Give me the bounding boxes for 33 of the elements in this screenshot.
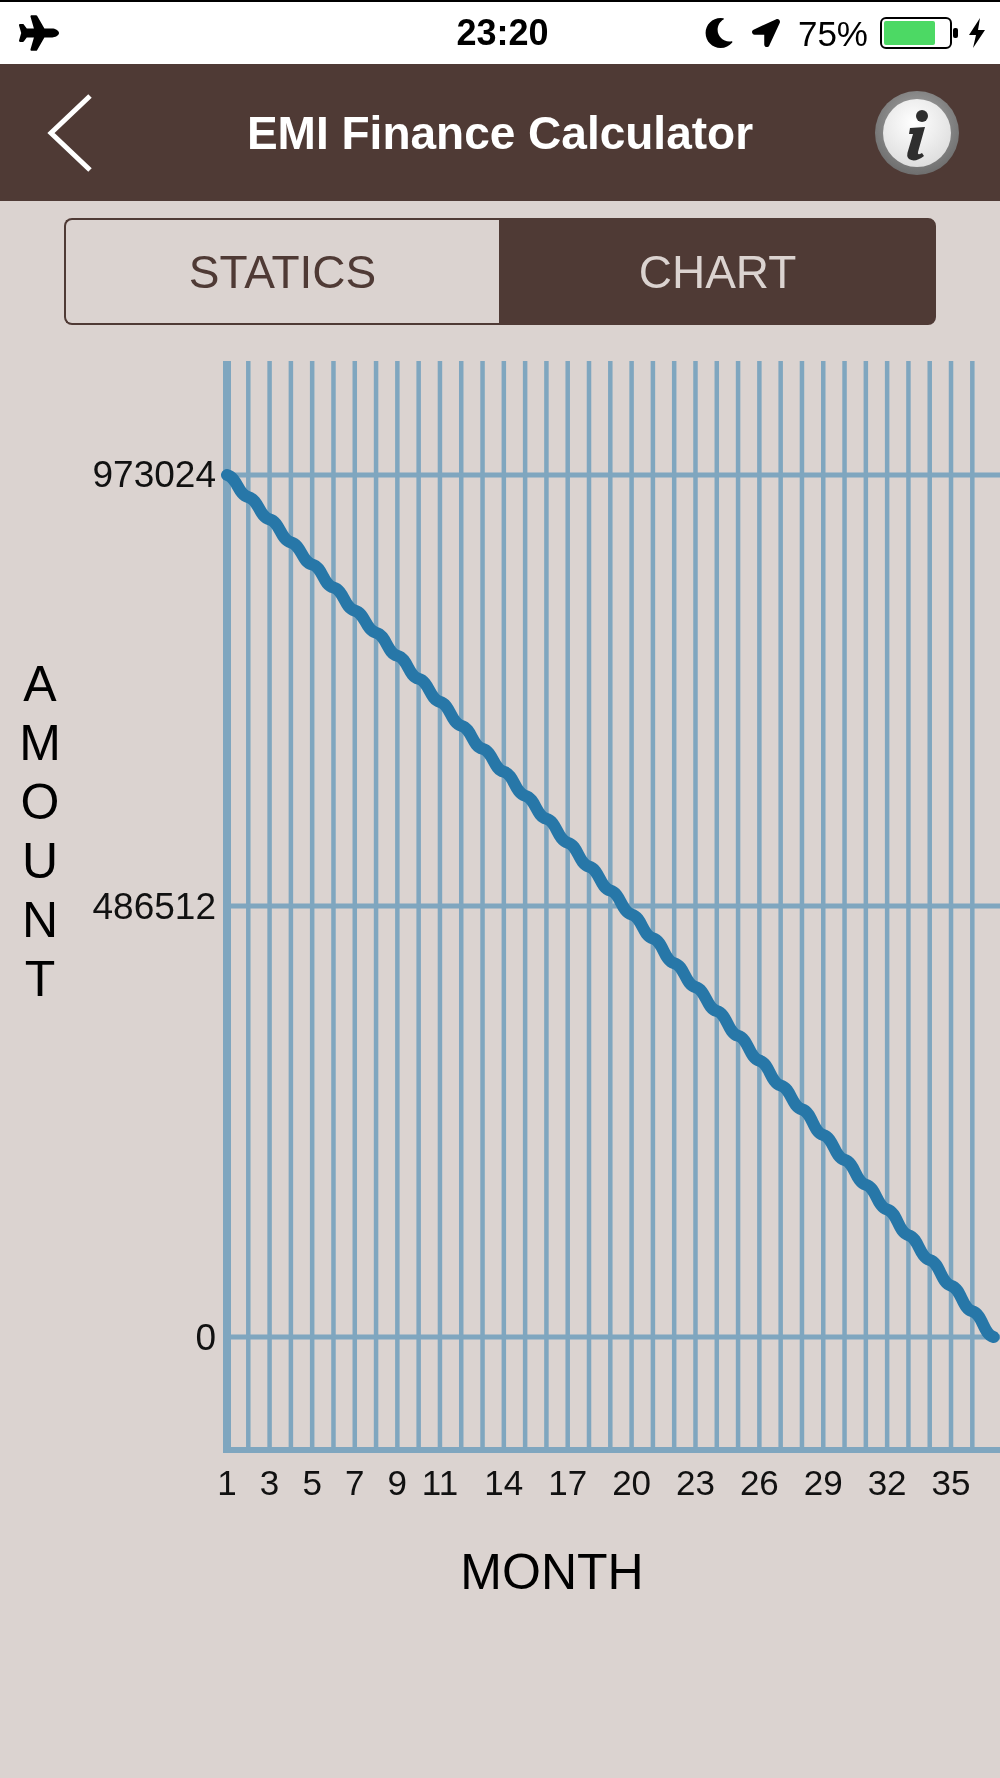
x-tick-label: 32 xyxy=(867,1462,907,1502)
info-icon xyxy=(874,89,960,176)
x-tick-label: 23 xyxy=(676,1462,715,1502)
screen-title: EMI Finance Calculator xyxy=(246,105,754,160)
battery-percent: 75% xyxy=(797,15,868,51)
x-axis-title: MONTH xyxy=(460,1543,644,1602)
airplane-icon xyxy=(19,13,59,53)
back-button[interactable] xyxy=(46,92,94,173)
x-tick-label: 17 xyxy=(548,1462,588,1502)
y-tick-label: 486512 xyxy=(92,885,216,927)
x-tick-label: 3 xyxy=(259,1462,280,1502)
moon-icon xyxy=(703,18,734,48)
charging-bolt-icon xyxy=(968,18,986,48)
x-tick-label: 26 xyxy=(739,1462,779,1502)
y-tick-label: 973024 xyxy=(92,454,216,496)
x-tick-label: 35 xyxy=(931,1462,971,1502)
x-tick-label: 1 xyxy=(217,1462,237,1502)
segment-tab[interactable]: STATICS xyxy=(64,218,499,325)
segment-tab[interactable]: CHART xyxy=(499,218,936,325)
y-tick-label: 0 xyxy=(195,1316,216,1358)
battery-icon xyxy=(880,17,958,49)
info-button[interactable] xyxy=(874,89,960,176)
x-tick-label: 29 xyxy=(803,1462,843,1502)
y-axis-title: AMOUNT xyxy=(18,655,62,1009)
x-tick-label: 14 xyxy=(484,1462,524,1502)
x-tick-label: 11 xyxy=(421,1462,459,1502)
x-tick-label: 7 xyxy=(345,1462,365,1502)
chevron-left-icon xyxy=(46,92,94,173)
x-tick-label: 9 xyxy=(387,1462,408,1502)
x-tick-label: 20 xyxy=(612,1462,652,1502)
status-time: 23:20 xyxy=(456,15,549,51)
x-tick-label: 5 xyxy=(302,1462,322,1502)
location-arrow-icon xyxy=(751,19,780,47)
